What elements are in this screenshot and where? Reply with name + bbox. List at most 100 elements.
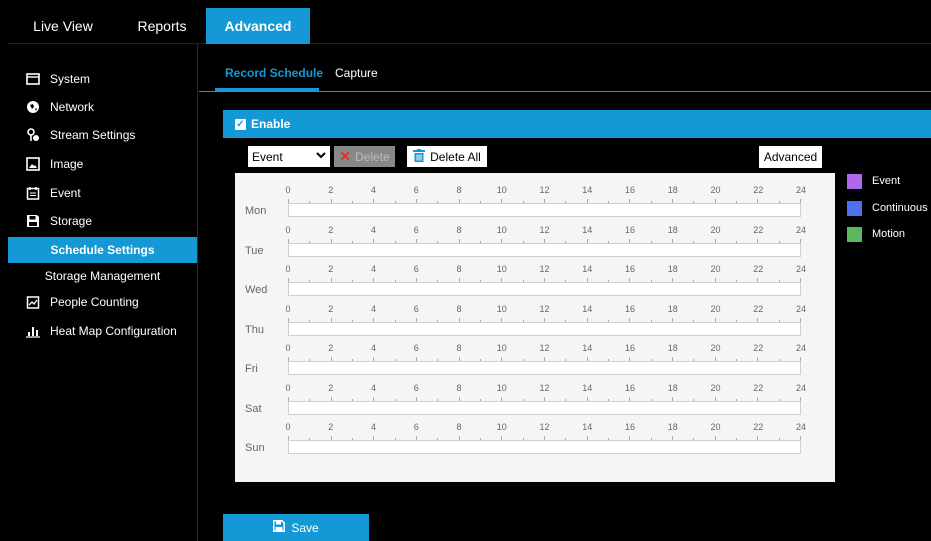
day-label: Tue: [245, 244, 264, 257]
hour-label: 18: [667, 382, 678, 393]
save-label: Save: [291, 520, 319, 535]
stream-icon: [26, 128, 40, 142]
tab-record-schedule[interactable]: Record Schedule: [225, 66, 323, 80]
hour-label: 6: [413, 303, 419, 314]
day-label: Sun: [245, 442, 265, 454]
schedule-type-select[interactable]: Event: [248, 146, 330, 167]
hour-label: 18: [667, 264, 678, 274]
sidebar-item-system[interactable]: System: [8, 66, 197, 92]
hour-label: 24: [795, 224, 807, 235]
top-navigation: Live View Reports Advanced: [8, 8, 931, 44]
hour-labels: 0 2 4 6 8 10 12 14 16 18 20 22 24: [285, 421, 806, 435]
sidebar-item-schedule-settings[interactable]: Schedule Settings: [8, 237, 197, 263]
schedule-bar[interactable]: [288, 400, 801, 415]
legend-label: Motion: [872, 228, 906, 240]
sidebar-item-heat-map-configuration[interactable]: Heat Map Configuration: [8, 318, 197, 344]
sidebar-item-stream-settings[interactable]: Stream Settings: [8, 122, 197, 148]
hour-label: 2: [328, 343, 334, 353]
hour-label: 14: [582, 303, 593, 314]
hour-label: 6: [413, 264, 419, 274]
tab-reports[interactable]: Reports: [118, 8, 206, 44]
hour-label: 16: [624, 264, 636, 274]
hour-label: 10: [496, 224, 507, 235]
hour-label: 2: [328, 303, 334, 314]
sidebar-item-image[interactable]: Image: [8, 151, 197, 177]
day-label: Sat: [245, 402, 262, 415]
enable-bar: ✓ Enable: [223, 110, 931, 138]
hour-label: 6: [413, 224, 419, 235]
hour-labels: 0 2 4 6 8 10 12 14 16 18 20 22 24: [285, 303, 806, 317]
advanced-button[interactable]: Advanced: [759, 146, 822, 168]
hour-label: 20: [710, 303, 721, 314]
hour-label: 8: [456, 264, 462, 274]
enable-checkbox[interactable]: ✓: [235, 118, 246, 130]
day-label: Mon: [245, 205, 267, 217]
sidebar-item-storage-management[interactable]: Storage Management: [8, 263, 197, 289]
hour-label: 8: [456, 185, 462, 195]
day-label: Thu: [245, 323, 264, 336]
hour-label: 16: [624, 382, 636, 393]
hour-label: 2: [328, 224, 334, 235]
tab-live-view[interactable]: Live View: [8, 8, 118, 44]
legend-item-event: Event: [847, 173, 931, 189]
schedule-type-value: Event: [252, 149, 283, 164]
hour-label: 6: [413, 422, 419, 432]
tab-capture[interactable]: Capture: [335, 66, 378, 80]
sidebar-item-label: People Counting: [50, 295, 139, 309]
legend-label: Continuous: [872, 202, 928, 214]
hour-label: 8: [456, 303, 462, 314]
chevron-down-icon: [316, 151, 326, 162]
legend-swatch: [847, 173, 862, 189]
trash-icon: [413, 148, 426, 165]
schedule-bar[interactable]: [288, 242, 801, 257]
hour-label: 6: [413, 343, 419, 353]
schedule-bar[interactable]: [288, 440, 801, 454]
schedule-bar[interactable]: [288, 321, 801, 336]
tab-advanced[interactable]: Advanced: [206, 8, 310, 44]
schedule-row-sun: Sun 0 2 4 6 8 10 12 14 16 18 20 22 24: [235, 421, 835, 461]
hour-label: 16: [624, 224, 636, 235]
hour-label: 6: [413, 382, 419, 393]
hour-label: 20: [710, 343, 721, 353]
globe-icon: [26, 100, 40, 114]
hour-label: 10: [496, 185, 507, 195]
save-button[interactable]: Save: [223, 514, 369, 541]
hour-label: 20: [710, 264, 721, 274]
day-label: Fri: [245, 363, 258, 375]
hour-label: 18: [667, 303, 678, 314]
sidebar-item-network[interactable]: Network: [8, 94, 197, 120]
hour-label: 8: [456, 382, 462, 393]
schedule-bar[interactable]: [288, 203, 801, 217]
sidebar-item-label: Network: [50, 100, 95, 114]
hour-label: 10: [496, 303, 507, 314]
schedule-bar[interactable]: [288, 282, 801, 296]
sidebar-item-people-counting[interactable]: People Counting: [8, 289, 197, 315]
hour-label: 16: [624, 185, 636, 195]
delete-all-button[interactable]: Delete All: [407, 146, 487, 167]
hour-label: 22: [753, 303, 764, 314]
hour-label: 4: [370, 382, 377, 393]
schedule-panel: Mon 0 2 4 6 8 10 12 14 16 18 20 22 24 Tue 0 2 4 6 8 10 12 14 16…: [235, 173, 835, 482]
sidebar-item-storage[interactable]: Storage: [8, 208, 197, 234]
legend-item-continuous: Continuous: [847, 200, 931, 216]
hour-label: 2: [328, 264, 334, 274]
hour-label: 10: [496, 343, 507, 353]
sidebar-item-label: Stream Settings: [50, 128, 136, 142]
hour-label: 2: [328, 382, 334, 393]
sidebar-item-event[interactable]: Event: [8, 180, 197, 206]
delete-x-icon: ✕: [339, 148, 352, 164]
hour-label: 20: [710, 422, 721, 432]
sidebar-item-label: System: [50, 72, 91, 86]
hour-label: 18: [667, 224, 678, 235]
schedule-row-mon: Mon 0 2 4 6 8 10 12 14 16 18 20 22 24: [235, 184, 835, 224]
hour-label: 0: [285, 382, 291, 393]
hour-label: 0: [285, 303, 291, 314]
sidebar-item-label: Image: [50, 157, 84, 171]
hour-label: 0: [285, 224, 291, 235]
hour-label: 14: [582, 224, 593, 235]
delete-button[interactable]: ✕ Delete: [334, 146, 395, 167]
hour-label: 20: [710, 224, 721, 235]
schedule-bar[interactable]: [288, 361, 801, 375]
hour-label: 0: [285, 264, 291, 274]
image-icon: [26, 157, 40, 171]
